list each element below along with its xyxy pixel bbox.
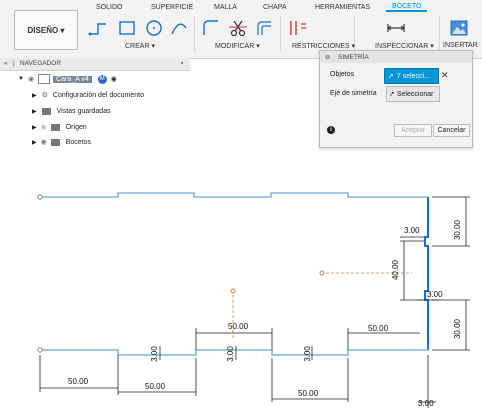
group-separator (280, 16, 281, 52)
navigator-title: NAVEGADOR (20, 60, 62, 67)
arc-tool-icon[interactable] (169, 18, 189, 38)
sketch-point[interactable] (37, 194, 43, 200)
dialog-title: SIMETRÍA (338, 54, 369, 61)
hidden-eye-icon[interactable]: ◉ (41, 123, 47, 131)
sketch-profile-right-selected[interactable] (424, 197, 429, 350)
folder-icon (50, 138, 60, 146)
workspace-switcher[interactable]: DISEÑO ▾ (14, 10, 78, 50)
sketch-profile-upper[interactable] (40, 192, 428, 198)
info-icon[interactable]: i (327, 126, 335, 134)
tree-root-item[interactable]: ▼ ◉ Cara_A v4 M ◉ (18, 73, 117, 85)
constraint-tool-icon[interactable] (287, 18, 307, 38)
objects-selection-value: 7 selecci... (396, 72, 430, 80)
timeline-badge-icon: M (97, 74, 107, 84)
axis-select-button[interactable]: ➚ Seleccionar (386, 86, 440, 102)
dimension-label[interactable]: 3.00 (303, 346, 312, 362)
dimension-label[interactable]: 50.00 (228, 322, 249, 331)
tab-malla[interactable]: MALLA (214, 4, 237, 11)
symmetry-dialog: ⊖ SIMETRÍA Objetos ➚ 7 selecci... ✕ Eje … (319, 50, 473, 148)
circle-tool-icon[interactable] (144, 18, 164, 38)
navigator-minimize-icon[interactable]: ▪ (181, 60, 183, 67)
dimension-label[interactable]: 3.00 (418, 399, 434, 408)
tab-herramientas[interactable]: HERRAMIENTAS (315, 4, 370, 11)
tree-item-settings[interactable]: ▶ ⚙ Configuración del documento (32, 89, 144, 101)
group-separator (194, 16, 195, 52)
group-restricciones[interactable]: RESTRICCIONES ▾ (292, 42, 355, 50)
fillet-tool-icon[interactable] (201, 18, 221, 38)
dimension-label[interactable]: 3.00 (404, 226, 420, 235)
sketch-point[interactable] (319, 270, 325, 276)
dimension-label[interactable]: 30.00 (453, 318, 462, 339)
dimension-label[interactable]: 50.00 (368, 324, 389, 333)
cursor-icon: ➚ (388, 73, 394, 80)
group-separator (439, 16, 440, 52)
tree-item-label: Vistas guardadas (56, 107, 111, 115)
folder-icon (50, 123, 60, 131)
folder-icon (41, 107, 51, 115)
line-tool-icon[interactable] (88, 18, 108, 38)
trim-tool-icon[interactable] (228, 18, 248, 38)
cursor-icon: ➚ (389, 91, 395, 98)
navigator-collapse-icon[interactable]: « (4, 60, 8, 67)
rectangle-tool-icon[interactable] (117, 18, 137, 38)
visibility-eye-icon[interactable]: ◉ (28, 75, 34, 83)
dimension-label[interactable]: 3.00 (226, 346, 235, 362)
insert-image-icon[interactable] (449, 18, 469, 38)
tree-item-views[interactable]: ▶ Vistas guardadas (32, 105, 111, 117)
objects-selection-button[interactable]: ➚ 7 selecci... (384, 68, 439, 84)
tree-item-label: Bocetos (65, 138, 92, 146)
objects-label: Objetos (330, 71, 355, 78)
tab-solido[interactable]: SOLIDO (96, 4, 122, 11)
tab-superficie[interactable]: SUPERFICIE (151, 4, 193, 11)
component-icon (38, 74, 51, 84)
dimension-label[interactable]: 3.00 (427, 290, 443, 299)
cancel-button[interactable]: Cancelar (433, 124, 470, 137)
sketch-point[interactable] (37, 347, 43, 353)
tree-item-label: Origen (65, 123, 87, 131)
gear-icon: ⚙ (41, 92, 48, 99)
tab-chapa[interactable]: CHAPA (263, 4, 287, 11)
clear-selection-icon[interactable]: ✕ (441, 70, 449, 81)
active-radio-icon[interactable]: ◉ (111, 75, 117, 83)
group-crear[interactable]: CREAR ▾ (125, 42, 155, 50)
tree-item-origin[interactable]: ▶ ◉ Origen (32, 121, 87, 133)
axis-label: Eje de simetría (330, 90, 377, 97)
dialog-title-bar[interactable]: ⊖ SIMETRÍA (320, 51, 472, 63)
dimension-label[interactable]: 40.00 (391, 259, 400, 280)
dimension-label[interactable]: 50.00 (298, 389, 319, 398)
tree-item-label: Configuración del documento (52, 91, 144, 99)
sketch-point[interactable] (230, 288, 236, 294)
tab-boceto[interactable]: BOCETO (386, 3, 428, 12)
measure-tool-icon[interactable] (386, 18, 406, 38)
offset-tool-icon[interactable] (254, 18, 274, 38)
dimension-label[interactable]: 3.00 (150, 346, 159, 362)
expand-arrow-icon[interactable]: ▶ (32, 124, 37, 131)
visibility-eye-icon[interactable]: ◉ (41, 138, 47, 146)
expand-arrow-icon[interactable]: ▶ (32, 139, 37, 146)
dialog-collapse-icon[interactable]: ⊖ (325, 53, 330, 61)
axis-select-label: Seleccionar (396, 90, 434, 98)
navigator-separator-icon: | (13, 60, 15, 67)
sketch-canvas[interactable]: 3.00 30.00 40.00 3.00 30.00 50.00 50.00 … (0, 150, 482, 413)
expand-arrow-icon[interactable]: ▶ (32, 108, 37, 115)
root-component-label: Cara_A v4 (53, 75, 92, 83)
ok-button[interactable]: Aceptar (394, 124, 432, 137)
expand-arrow-icon[interactable]: ▶ (32, 92, 37, 99)
expand-arrow-icon[interactable]: ▼ (18, 76, 24, 82)
tree-item-sketches[interactable]: ▶ ◉ Bocetos (32, 136, 91, 148)
dimension-label[interactable]: 50.00 (68, 377, 89, 386)
group-modificar[interactable]: MODIFICAR ▾ (215, 42, 260, 50)
dimension-label[interactable]: 50.00 (145, 382, 166, 391)
navigator-header: « | NAVEGADOR ▪ (0, 58, 190, 71)
group-inspeccionar[interactable]: INSPECCIONAR ▾ (375, 42, 434, 50)
dimension-label[interactable]: 30.00 (453, 219, 462, 240)
